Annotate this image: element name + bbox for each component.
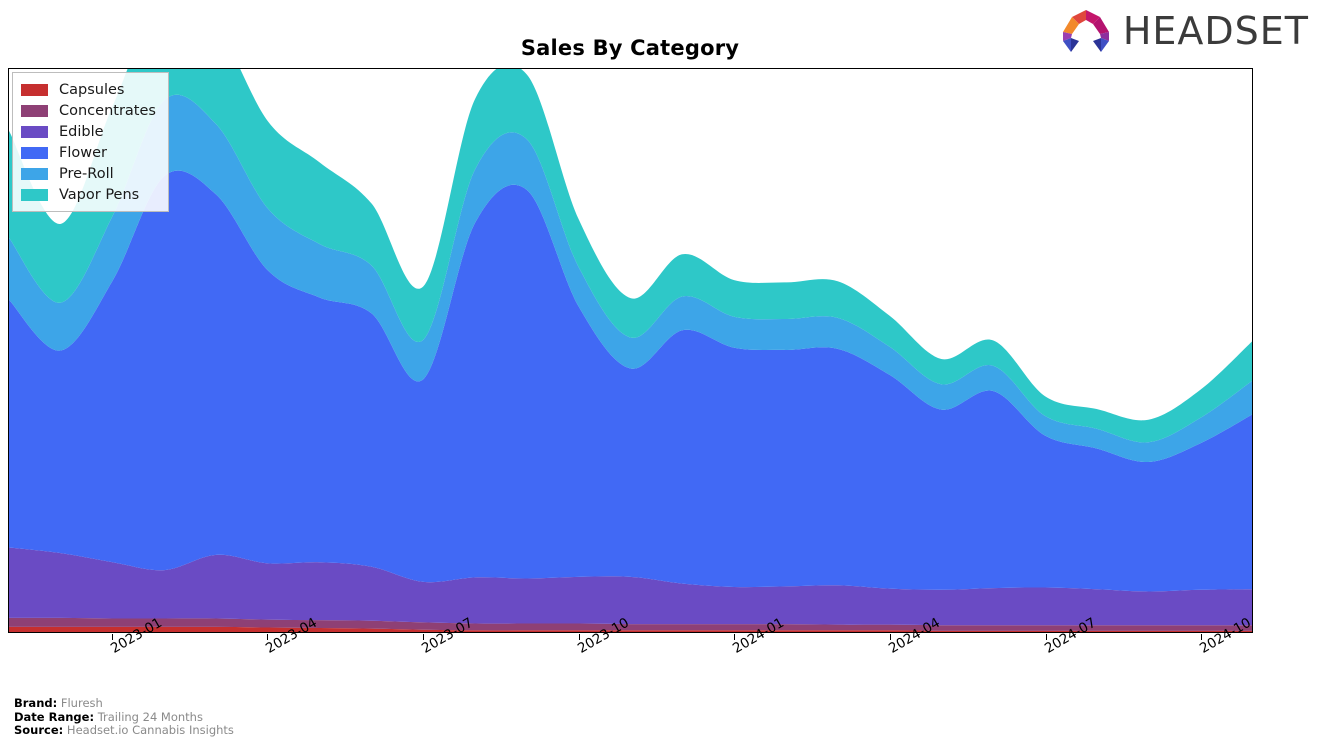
legend-item-label: Concentrates <box>59 102 156 119</box>
legend-item-capsules[interactable]: Capsules <box>21 79 156 100</box>
footer-value: Headset.io Cannabis Insights <box>63 723 234 738</box>
chart-footer: Brand: Fluresh Date Range: Trailing 24 Mo… <box>14 696 234 738</box>
legend-swatch-icon <box>21 125 48 138</box>
footer-row: Date Range: Trailing 24 Months <box>14 709 234 725</box>
legend-item-label: Capsules <box>59 81 125 98</box>
legend-item-flower[interactable]: Flower <box>21 142 156 163</box>
legend-swatch-icon <box>21 146 48 159</box>
logo-wordmark: HEADSET <box>1122 9 1309 53</box>
legend-item-label: Vapor Pens <box>59 186 140 203</box>
headset-arch-icon <box>1062 10 1109 52</box>
headset-logo: HEADSET <box>1057 8 1309 54</box>
chart-legend: Capsules Concentrates Edible Flower Pre-Roll… <box>12 72 169 212</box>
legend-item-edible[interactable]: Edible <box>21 121 156 142</box>
footer-label: Date Range: <box>14 709 95 724</box>
footer-row: Source: Headset.io Cannabis Insights <box>14 723 234 738</box>
legend-item-concentrates[interactable]: Concentrates <box>21 100 156 121</box>
legend-item-label: Pre-Roll <box>59 165 114 182</box>
footer-value: Fluresh <box>57 696 103 710</box>
legend-swatch-icon <box>21 83 48 96</box>
legend-swatch-icon <box>21 188 48 201</box>
legend-item-label: Edible <box>59 123 104 140</box>
footer-label: Brand: <box>14 696 58 710</box>
stacked-area-chart <box>9 69 1252 632</box>
footer-value: Trailing 24 Months <box>94 709 203 724</box>
x-axis: 2023-01 2023-04 2023-07 2023-10 2024-01 2024-… <box>8 615 1254 694</box>
legend-swatch-icon <box>21 167 48 180</box>
legend-item-pre-roll[interactable]: Pre-Roll <box>21 163 156 184</box>
legend-item-vapor-pens[interactable]: Vapor Pens <box>21 184 156 205</box>
footer-row: Brand: Fluresh <box>14 696 234 711</box>
footer-label: Source: <box>14 723 64 738</box>
area-series-flower <box>9 170 1252 592</box>
chart-plot-area <box>8 68 1253 633</box>
legend-swatch-icon <box>21 104 48 117</box>
legend-item-label: Flower <box>59 144 107 161</box>
